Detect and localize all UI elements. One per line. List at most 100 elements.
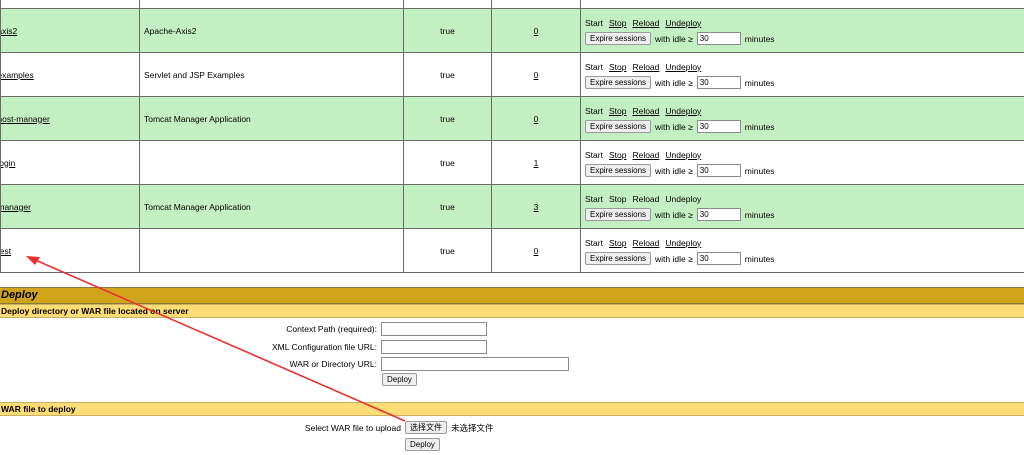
with-idle-label: with idle ≥: [655, 121, 693, 132]
undeploy-link[interactable]: Undeploy: [665, 18, 701, 28]
app-display-name: Tomcat Manager Application: [139, 184, 404, 229]
undeploy-link[interactable]: Undeploy: [665, 62, 701, 72]
idle-minutes-input[interactable]: [696, 252, 741, 265]
war-url-label: WAR or Directory URL:: [289, 359, 377, 369]
no-file-chosen-text: 未选择文件: [451, 422, 494, 433]
app-commands: Start Stop Reload Undeploy: [585, 16, 1020, 29]
with-idle-label: with idle ≥: [655, 209, 693, 220]
start-command: Start: [585, 61, 603, 72]
reload-link[interactable]: Reload: [632, 150, 659, 160]
start-command: Start: [585, 193, 603, 204]
app-path-cell: /host-manager: [0, 96, 140, 141]
deploy-war-button[interactable]: Deploy: [405, 438, 440, 451]
app-sessions-link[interactable]: 1: [534, 158, 539, 168]
expire-sessions-button[interactable]: Expire sessions: [585, 252, 652, 265]
idle-minutes-input[interactable]: [696, 208, 741, 221]
with-idle-label: with idle ≥: [655, 165, 693, 176]
start-command: Start: [585, 149, 603, 160]
app-display-name: [139, 140, 404, 185]
app-path-link[interactable]: /test: [2, 246, 12, 256]
stop-link[interactable]: Stop: [609, 194, 627, 204]
minutes-label: minutes: [744, 77, 775, 88]
with-idle-label: with idle ≥: [655, 77, 693, 88]
app-running-status: true: [403, 8, 492, 53]
undeploy-link[interactable]: Undeploy: [665, 106, 701, 116]
reload-link[interactable]: Reload: [632, 62, 659, 72]
app-sessions-link[interactable]: 0: [534, 246, 539, 256]
with-idle-label: with idle ≥: [655, 253, 693, 264]
select-war-label: Select WAR file to upload: [304, 422, 401, 433]
app-running-status: true: [403, 140, 492, 185]
with-idle-label: with idle ≥: [655, 33, 693, 44]
app-commands-cell: Start Stop Reload Undeploy Expire sessio…: [580, 140, 1024, 185]
app-sessions-cell: 0: [491, 96, 581, 141]
context-path-row: Context Path (required):: [0, 322, 487, 336]
start-command: Start: [585, 17, 603, 28]
war-url-input[interactable]: [381, 357, 569, 371]
stop-link[interactable]: Stop: [609, 106, 627, 116]
deploy-server-subheader: Deploy directory or WAR file located on …: [0, 304, 1024, 318]
reload-link[interactable]: Reload: [632, 238, 659, 248]
xml-config-input[interactable]: [381, 340, 487, 354]
expire-sessions-form: Expire sessions with idle ≥ minutes: [585, 120, 1020, 133]
war-upload-subheader: WAR file to deploy: [0, 402, 1024, 416]
reload-link[interactable]: Reload: [632, 106, 659, 116]
app-commands: Start Stop Reload Undeploy: [585, 192, 1020, 205]
undeploy-link[interactable]: Undeploy: [665, 238, 701, 248]
app-path-link[interactable]: /axis2: [2, 26, 18, 36]
table-row: /axis2 Apache-Axis2 true 0 Start Stop Re…: [0, 8, 1024, 53]
minutes-label: minutes: [744, 209, 775, 220]
app-commands: Start Stop Reload Undeploy: [585, 236, 1020, 249]
stop-link[interactable]: Stop: [609, 62, 627, 72]
context-path-input[interactable]: [381, 322, 487, 336]
table-row: /manager Tomcat Manager Application true…: [0, 184, 1024, 229]
app-sessions-link[interactable]: 0: [534, 26, 539, 36]
stop-link[interactable]: Stop: [609, 150, 627, 160]
app-running-status: true: [403, 52, 492, 97]
expire-sessions-form: Expire sessions with idle ≥ minutes: [585, 208, 1020, 221]
stop-link[interactable]: Stop: [609, 18, 627, 28]
expire-sessions-button[interactable]: Expire sessions: [585, 208, 652, 221]
reload-link[interactable]: Reload: [632, 18, 659, 28]
expire-sessions-form: Expire sessions with idle ≥ minutes: [585, 164, 1020, 177]
undeploy-link[interactable]: Undeploy: [665, 150, 701, 160]
app-sessions-link[interactable]: 3: [534, 202, 539, 212]
war-upload-row: Select WAR file to upload 选择文件 未选择文件: [0, 421, 494, 434]
app-path-link[interactable]: /host-manager: [2, 114, 50, 124]
table-row: /examples Servlet and JSP Examples true …: [0, 52, 1024, 97]
app-display-name: Apache-Axis2: [139, 8, 404, 53]
app-commands-cell: Start Stop Reload Undeploy Expire sessio…: [580, 184, 1024, 229]
minutes-label: minutes: [744, 165, 775, 176]
idle-minutes-input[interactable]: [696, 164, 741, 177]
expire-sessions-form: Expire sessions with idle ≥ minutes: [585, 252, 1020, 265]
deploy-server-button[interactable]: Deploy: [382, 373, 417, 386]
app-path-link[interactable]: /examples: [2, 70, 34, 80]
idle-minutes-input[interactable]: [696, 76, 741, 89]
app-commands: Start Stop Reload Undeploy: [585, 148, 1020, 161]
choose-file-button[interactable]: 选择文件: [405, 421, 447, 434]
idle-minutes-input[interactable]: [696, 120, 741, 133]
reload-link[interactable]: Reload: [632, 194, 659, 204]
app-sessions-cell: 0: [491, 228, 581, 273]
context-path-label: Context Path (required):: [286, 324, 377, 334]
app-sessions-link[interactable]: 0: [534, 70, 539, 80]
app-sessions-cell: 0: [491, 8, 581, 53]
app-commands: Start Stop Reload Undeploy: [585, 104, 1020, 117]
app-path-link[interactable]: /manager: [2, 202, 31, 212]
expire-sessions-button[interactable]: Expire sessions: [585, 32, 652, 45]
app-sessions-link[interactable]: 0: [534, 114, 539, 124]
applications-table: /axis2 Apache-Axis2 true 0 Start Stop Re…: [0, 0, 1024, 273]
minutes-label: minutes: [744, 121, 775, 132]
expire-sessions-form: Expire sessions with idle ≥ minutes: [585, 32, 1020, 45]
app-path-cell: /test: [0, 228, 140, 273]
stop-link[interactable]: Stop: [609, 238, 627, 248]
app-display-name: Servlet and JSP Examples: [139, 52, 404, 97]
expire-sessions-button[interactable]: Expire sessions: [585, 164, 652, 177]
idle-minutes-input[interactable]: [696, 32, 741, 45]
xml-config-row: XML Configuration file URL:: [0, 340, 487, 354]
expire-sessions-button[interactable]: Expire sessions: [585, 76, 652, 89]
app-commands: Start Stop Reload Undeploy: [585, 60, 1020, 73]
undeploy-link[interactable]: Undeploy: [665, 194, 701, 204]
app-path-link[interactable]: /login: [2, 158, 16, 168]
expire-sessions-button[interactable]: Expire sessions: [585, 120, 652, 133]
